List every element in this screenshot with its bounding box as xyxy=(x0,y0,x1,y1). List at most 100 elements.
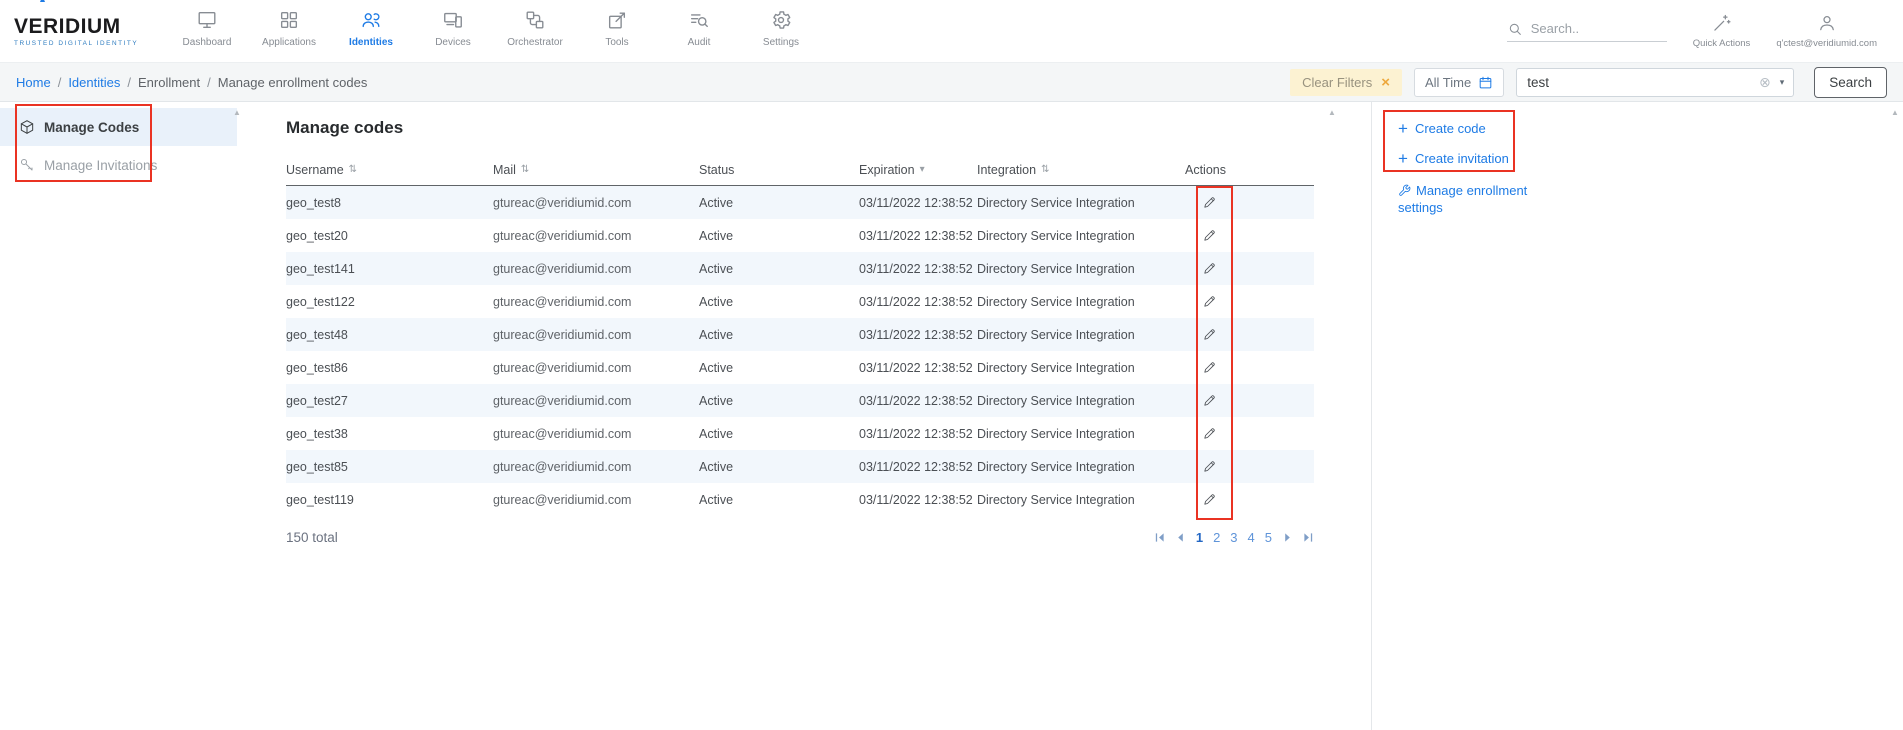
clear-input-icon[interactable]: ⊗ xyxy=(1759,74,1771,91)
scrollbar-up-arrow[interactable]: ▲ xyxy=(233,108,241,117)
table-row: geo_test122 gtureac@veridiumid.com Activ… xyxy=(286,285,1314,318)
cube-icon xyxy=(19,119,35,135)
previous-page-button[interactable] xyxy=(1175,532,1186,543)
nav-item-dashboard[interactable]: Dashboard xyxy=(166,0,248,62)
column-label: Integration xyxy=(977,163,1036,177)
nav-item-identities[interactable]: Identities xyxy=(330,0,412,62)
breadcrumb-separator: / xyxy=(58,75,62,90)
filter-controls: Clear Filters × All Time ⊗ ▾ Search xyxy=(1290,67,1887,98)
edit-code-button[interactable] xyxy=(1185,492,1314,507)
global-search-input[interactable] xyxy=(1531,21,1655,36)
create-code-link[interactable]: + Create code xyxy=(1398,120,1486,137)
next-page-icon xyxy=(1282,532,1293,543)
column-header-username[interactable]: Username ⇅ xyxy=(286,163,493,177)
last-page-button[interactable] xyxy=(1303,532,1314,543)
scrollbar-up-arrow[interactable]: ▲ xyxy=(1891,108,1899,117)
breadcrumb-home[interactable]: Home xyxy=(16,75,51,90)
edit-code-button[interactable] xyxy=(1185,228,1314,243)
table-header-row: Username ⇅ Mail ⇅ Status Expiration ▾ In… xyxy=(286,154,1314,186)
sort-icon[interactable]: ⇅ xyxy=(349,164,357,175)
sort-icon[interactable]: ⇅ xyxy=(521,164,529,175)
edit-code-button[interactable] xyxy=(1185,327,1314,342)
sort-icon[interactable]: ⇅ xyxy=(1041,164,1049,175)
nav-label: Settings xyxy=(763,37,799,48)
user-email: q'ctest@veridiumid.com xyxy=(1776,38,1877,49)
page-number-5[interactable]: 5 xyxy=(1265,530,1272,545)
page-title: Manage codes xyxy=(286,118,1314,138)
edit-code-button[interactable] xyxy=(1185,393,1314,408)
cell-mail: gtureac@veridiumid.com xyxy=(493,196,699,210)
nav-item-orchestrator[interactable]: Orchestrator xyxy=(494,0,576,62)
page-number-4[interactable]: 4 xyxy=(1248,530,1255,545)
column-label: Mail xyxy=(493,163,516,177)
filter-search-field[interactable]: ⊗ ▾ xyxy=(1516,68,1794,97)
user-icon xyxy=(1817,13,1837,33)
breadcrumb-current-page: Manage enrollment codes xyxy=(218,75,368,90)
cell-status: Active xyxy=(699,328,859,342)
cell-username: geo_test48 xyxy=(286,328,493,342)
page-number-3[interactable]: 3 xyxy=(1230,530,1237,545)
column-label: Actions xyxy=(1185,163,1226,177)
date-range-button[interactable]: All Time xyxy=(1414,68,1504,97)
veridium-logo[interactable]: VERIDIUM TRUSTED DIGITAL IDENTITY xyxy=(14,0,142,62)
edit-code-button[interactable] xyxy=(1185,261,1314,276)
pagination: 12345 xyxy=(1154,530,1314,545)
user-menu[interactable]: q'ctest@veridiumid.com xyxy=(1776,13,1877,49)
cell-expiration: 03/11/2022 12:38:52 xyxy=(859,394,977,408)
quick-actions-button[interactable]: Quick Actions xyxy=(1693,13,1751,49)
pencil-icon xyxy=(1202,261,1217,276)
breadcrumb-identities[interactable]: Identities xyxy=(68,75,120,90)
sidebar-item-label: Manage Invitations xyxy=(44,158,157,173)
sidebar-item-manage-codes[interactable]: Manage Codes xyxy=(0,108,237,146)
page-number-1[interactable]: 1 xyxy=(1196,530,1203,545)
column-header-integration[interactable]: Integration ⇅ xyxy=(977,163,1185,177)
edit-code-button[interactable] xyxy=(1185,360,1314,375)
global-search[interactable] xyxy=(1507,21,1667,42)
create-invitation-link[interactable]: + Create invitation xyxy=(1398,150,1509,167)
cell-mail: gtureac@veridiumid.com xyxy=(493,229,699,243)
filter-search-input[interactable] xyxy=(1527,75,1759,90)
sort-descending-icon[interactable]: ▾ xyxy=(920,164,925,175)
search-icon xyxy=(1507,21,1523,37)
nav-item-applications[interactable]: Applications xyxy=(248,0,330,62)
codes-table: Username ⇅ Mail ⇅ Status Expiration ▾ In… xyxy=(286,154,1314,516)
cell-status: Active xyxy=(699,295,859,309)
cell-integration: Directory Service Integration xyxy=(977,394,1185,408)
cell-status: Active xyxy=(699,262,859,276)
content-area: Manage Codes Manage Invitations Manage c… xyxy=(0,102,1903,730)
previous-page-icon xyxy=(1175,532,1186,543)
cell-status: Active xyxy=(699,196,859,210)
edit-code-button[interactable] xyxy=(1185,195,1314,210)
edit-code-button[interactable] xyxy=(1185,294,1314,309)
sidebar-item-manage-invitations[interactable]: Manage Invitations xyxy=(0,146,237,184)
cell-status: Active xyxy=(699,427,859,441)
nav-item-devices[interactable]: Devices xyxy=(412,0,494,62)
breadcrumb-separator: / xyxy=(207,75,211,90)
table-row: geo_test86 gtureac@veridiumid.com Active… xyxy=(286,351,1314,384)
manage-enrollment-settings-link[interactable]: Manage enrollment settings xyxy=(1398,183,1532,217)
column-header-mail[interactable]: Mail ⇅ xyxy=(493,163,699,177)
edit-code-button[interactable] xyxy=(1185,459,1314,474)
page-number-2[interactable]: 2 xyxy=(1213,530,1220,545)
cell-integration: Directory Service Integration xyxy=(977,493,1185,507)
edit-code-button[interactable] xyxy=(1185,426,1314,441)
cell-username: geo_test86 xyxy=(286,361,493,375)
column-header-expiration[interactable]: Expiration ▾ xyxy=(859,163,977,177)
next-page-button[interactable] xyxy=(1282,532,1293,543)
nav-item-tools[interactable]: Tools xyxy=(576,0,658,62)
nav-label: Applications xyxy=(262,37,316,48)
nav-item-audit[interactable]: Audit xyxy=(658,0,740,62)
magic-wand-icon xyxy=(1712,13,1732,33)
cell-expiration: 03/11/2022 12:38:52 xyxy=(859,493,977,507)
chevron-down-icon[interactable]: ▾ xyxy=(1780,77,1785,88)
top-bar: VERIDIUM TRUSTED DIGITAL IDENTITY Dashbo… xyxy=(0,0,1903,62)
scrollbar-up-arrow[interactable]: ▲ xyxy=(1328,108,1336,117)
close-icon[interactable]: × xyxy=(1381,75,1390,90)
nav-label: Dashboard xyxy=(183,37,232,48)
cell-username: geo_test85 xyxy=(286,460,493,474)
clear-filters-button[interactable]: Clear Filters × xyxy=(1290,69,1402,96)
first-page-button[interactable] xyxy=(1154,532,1165,543)
search-button[interactable]: Search xyxy=(1814,67,1887,98)
create-invitation-label: Create invitation xyxy=(1415,151,1509,166)
nav-item-settings[interactable]: Settings xyxy=(740,0,822,62)
